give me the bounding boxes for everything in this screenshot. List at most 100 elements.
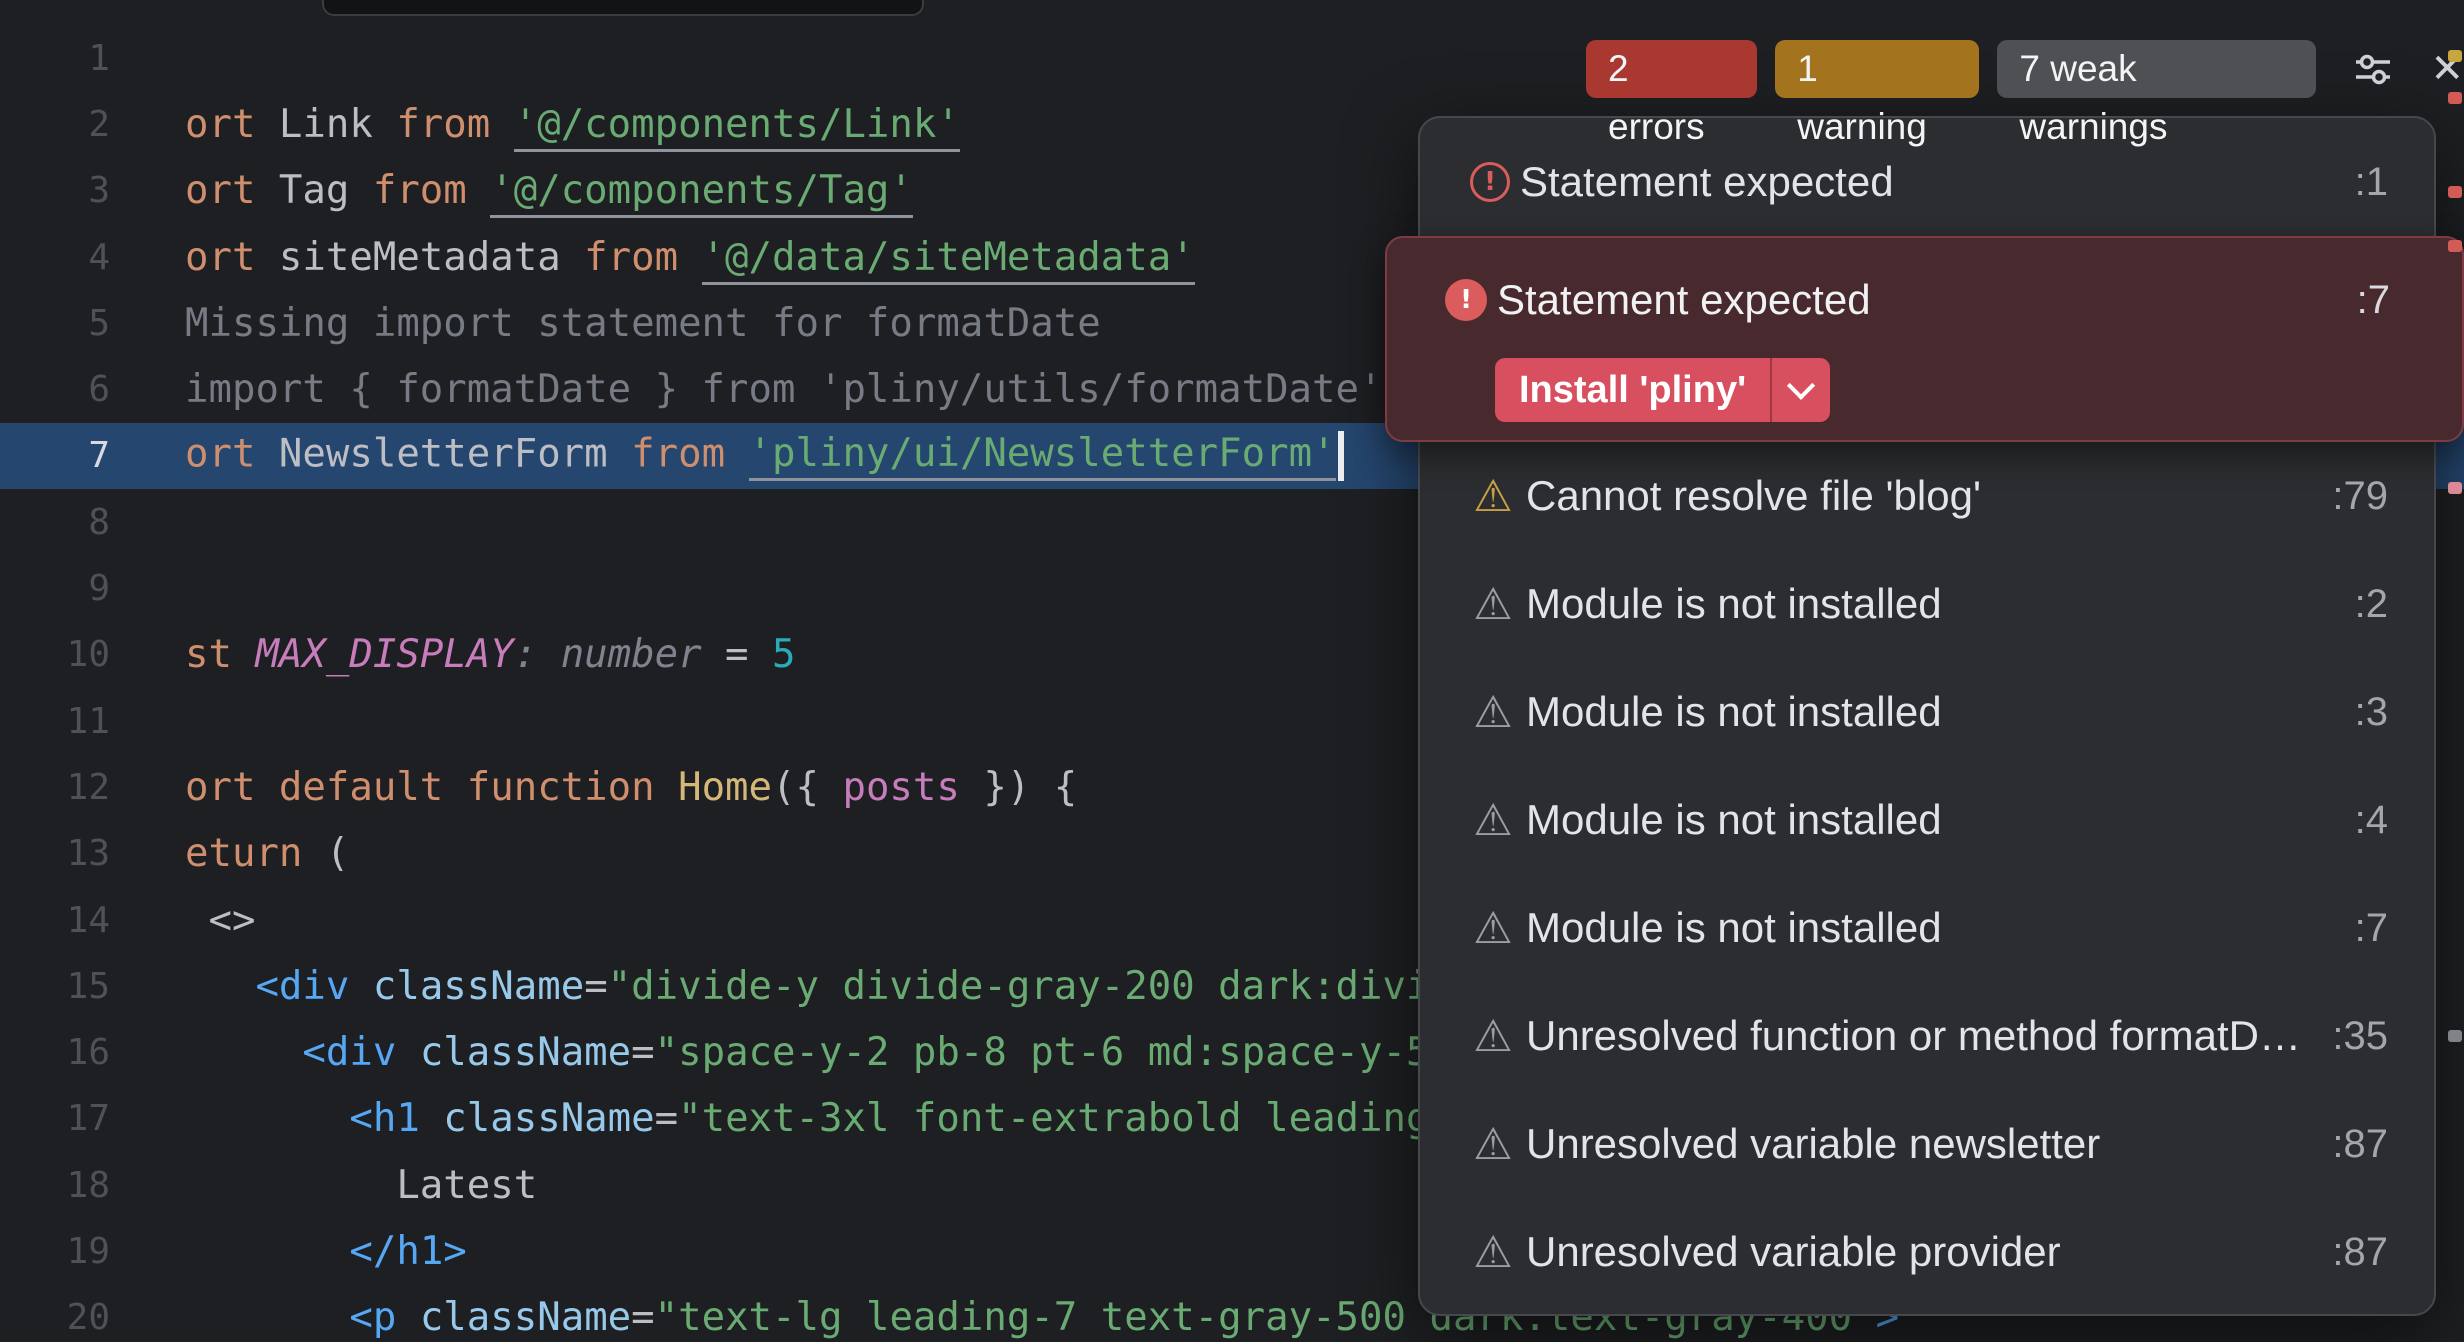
code-text: st MAX_DISPLAY: number = 5 (185, 632, 796, 677)
text-caret (1337, 430, 1344, 481)
problem-row[interactable]: ⚠ Unresolved variable newsletter:87 (1420, 1090, 2434, 1198)
weak-warning-icon: ⚠ (1473, 902, 1513, 954)
code-token: Tag (278, 168, 373, 214)
code-token: Missing import statement for formatDate (185, 300, 1101, 346)
scrollbar-error-mark[interactable] (2448, 50, 2462, 62)
code-text: ort Tag from '@/components/Tag' (185, 168, 913, 219)
problem-text: Cannot resolve file 'blog' (1526, 472, 1981, 519)
weak-badge[interactable]: 7 weak warnings (1997, 40, 2317, 147)
line-number[interactable]: 3 (0, 170, 110, 211)
code-token: className (372, 963, 585, 1009)
problem-text: Statement expected (1520, 158, 1894, 205)
weak-warning-icon: ⚠ (1473, 578, 1513, 630)
code-token: "text-3xl font-extrabold leading (678, 1096, 1430, 1142)
install-button[interactable]: Install 'pliny' (1495, 358, 1831, 422)
problem-text: Statement expected (1497, 276, 1871, 323)
line-number[interactable]: 1 (0, 38, 110, 79)
problem-row[interactable]: ⚠ Unresolved variable provider:87 (1420, 1198, 2434, 1306)
code-token: Latest (185, 1162, 538, 1208)
line-number[interactable]: 12 (0, 767, 110, 808)
code-token: Link (278, 101, 397, 147)
scrollbar-error-mark[interactable] (2448, 1030, 2462, 1042)
code-token: }) { (959, 764, 1078, 810)
code-token: "space-y-2 pb-8 pt-6 md:space-y-5 (654, 1030, 1430, 1076)
scrollbar-error-mark[interactable] (2448, 186, 2462, 198)
weak-warning-icon: ⚠ (1473, 794, 1513, 846)
line-number[interactable]: 6 (0, 369, 110, 410)
line-number[interactable]: 7 (0, 435, 110, 476)
code-text: Latest (185, 1163, 537, 1208)
line-number[interactable]: 19 (0, 1231, 110, 1272)
weak-warning-icon: ⚠ (1473, 1226, 1513, 1278)
code-token: = (701, 632, 773, 678)
problem-row[interactable]: ! Statement expected :1 (1420, 128, 2434, 236)
code-token: ort (185, 431, 279, 477)
line-number[interactable]: 20 (0, 1297, 110, 1338)
code-token: className (419, 1030, 632, 1076)
code-token: posts (842, 764, 960, 810)
line-number[interactable]: 14 (0, 900, 110, 941)
code-token: eturn (185, 831, 326, 877)
line-number[interactable]: 10 (0, 634, 110, 675)
code-token: MAX_DISPLAY (255, 632, 514, 678)
line-number[interactable]: 13 (0, 833, 110, 874)
problem-line-ref: :79 (2332, 473, 2388, 518)
problem-row[interactable]: ⚠ Unresolved function or method formatD…:… (1420, 982, 2434, 1090)
code-text: ort NewsletterForm from 'pliny/ui/Newsle… (185, 430, 1344, 482)
ide-screen: 1 2 ort Link from '@/components/Link' 3 ort … (0, 0, 2464, 1342)
code-token: 5 (772, 632, 796, 678)
problem-line-ref: :7 (2354, 905, 2388, 950)
line-number[interactable]: 8 (0, 502, 110, 543)
line-number[interactable]: 11 (0, 701, 110, 742)
code-token: from (372, 168, 491, 214)
code-token: NewsletterForm (278, 431, 632, 477)
problem-line-ref: :87 (2332, 1121, 2388, 1166)
code-token: siteMetadata (278, 234, 585, 280)
scrollbar-error-mark[interactable] (2448, 482, 2462, 494)
scrollbar-error-mark[interactable] (2448, 240, 2462, 252)
line-number[interactable]: 15 (0, 966, 110, 1007)
error-icon: ! (1445, 279, 1487, 321)
problem-text: Module is not installed (1526, 796, 1942, 843)
problem-row[interactable]: ⚠ Module is not installed:2 (1420, 550, 2434, 658)
error-icon: ! (1470, 162, 1510, 202)
line-number[interactable]: 5 (0, 303, 110, 344)
code-token: '@/components/Link' (513, 101, 960, 152)
errors-badge[interactable]: 2 errors (1586, 40, 1758, 147)
code-token: <p (349, 1295, 420, 1341)
problem-row[interactable]: ⚠ Module is not installed:7 (1420, 874, 2434, 982)
install-dropdown-button[interactable] (1772, 358, 1830, 422)
problem-row[interactable]: ⚠ Cannot resolve file 'blog' :79 (1420, 442, 2434, 550)
problem-row[interactable]: ⚠ Module is not installed:4 (1420, 766, 2434, 874)
line-number[interactable]: 4 (0, 237, 110, 278)
code-token: = (654, 1096, 679, 1142)
warning-icon: ⚠ (1473, 470, 1513, 522)
code-text: <div className="divide-y divide-gray-200… (185, 964, 1429, 1009)
inspection-settings-icon[interactable] (2350, 46, 2396, 92)
code-text: <> (185, 898, 255, 943)
line-number[interactable]: 9 (0, 568, 110, 609)
problems-popup: ! Statement expected:1! Statement expected… (1385, 116, 2464, 1316)
inspection-widget: 2 errors 1 warning 7 weak warnings ✕ (1586, 40, 2464, 147)
code-token: 'pliny/ui/NewsletterForm' (748, 431, 1336, 482)
line-number[interactable]: 17 (0, 1098, 110, 1139)
warning-badge[interactable]: 1 warning (1775, 40, 1980, 147)
problem-line-ref: :87 (2332, 1229, 2388, 1274)
scrollbar-error-mark[interactable] (2448, 92, 2462, 104)
code-text: ort Link from '@/components/Link' (185, 101, 960, 152)
line-number[interactable]: 16 (0, 1032, 110, 1073)
scrollbar-error-stripe[interactable] (2448, 0, 2462, 1342)
problem-line-ref: :1 (2354, 159, 2388, 204)
code-token: : number (513, 632, 702, 678)
code-token: from (396, 101, 514, 147)
problem-row[interactable]: ⚠ Module is not installed:3 (1420, 658, 2434, 766)
code-text: ort siteMetadata from '@/data/siteMetada… (185, 234, 1195, 285)
line-number[interactable]: 18 (0, 1165, 110, 1206)
popup-remnant (322, 0, 924, 16)
code-text: <div className="space-y-2 pb-8 pt-6 md:s… (185, 1030, 1429, 1075)
line-number[interactable]: 2 (0, 104, 110, 145)
selected-problem-card[interactable]: ! Statement expected:7 Install 'pliny' (1385, 236, 2464, 442)
